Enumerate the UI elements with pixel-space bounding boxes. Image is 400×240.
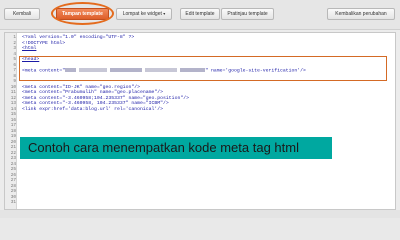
footer-bar [0,210,400,218]
line-number-gutter: 1 2 3 4 5 6 7 8 9 10 11 12 13 14 15 16 1… [5,33,17,209]
revert-changes-button[interactable]: Kembalikan perubahan [327,8,395,20]
back-button[interactable]: Kembali [4,8,40,20]
meta-icbm: <meta content="-3.460958, 104.235337" na… [22,101,169,106]
doctype-line: <!DOCTYPE html> [22,40,66,46]
xml-declaration: <?xml version="1.0" encoding="UTF-8" ?> [22,35,135,40]
link-canonical: <link expr:href='data:blog.url' rel='can… [22,106,164,112]
jump-to-widget-dropdown[interactable]: Lompat ke widget ▾ [116,8,172,20]
html-open-tag: <html [22,46,37,51]
preview-template-button[interactable]: Pratinjau template [221,8,274,20]
meta-geo-placename: <meta content="Prabumulih" name="geo.pla… [22,90,164,95]
code-editor[interactable]: 1 2 3 4 5 6 7 8 9 10 11 12 13 14 15 16 1… [4,32,396,210]
edit-template-button[interactable]: Edit template [180,8,220,20]
meta-geo-position: <meta content="-3.460958;104.235337" nam… [22,95,189,101]
code-line: <link expr:href='data:blog.url' rel='can… [22,107,163,113]
editor-toolbar: Kembali Tampan template Lompat ke widget… [0,0,400,30]
chevron-down-icon: ▾ [163,11,166,16]
meta-geo-region: <meta content="ID-JK" name="geo.region"/… [22,84,141,90]
highlight-circle [51,2,114,25]
caption-banner: Contoh cara menempatkan kode meta tag ht… [20,137,332,159]
line-number: 31 [10,200,16,205]
blogger-template-editor: Kembali Tampan template Lompat ke widget… [0,0,400,218]
jump-to-widget-label: Lompat ke widget [122,11,162,17]
code-line: <html [22,46,36,52]
meta-highlight-box [19,56,387,81]
